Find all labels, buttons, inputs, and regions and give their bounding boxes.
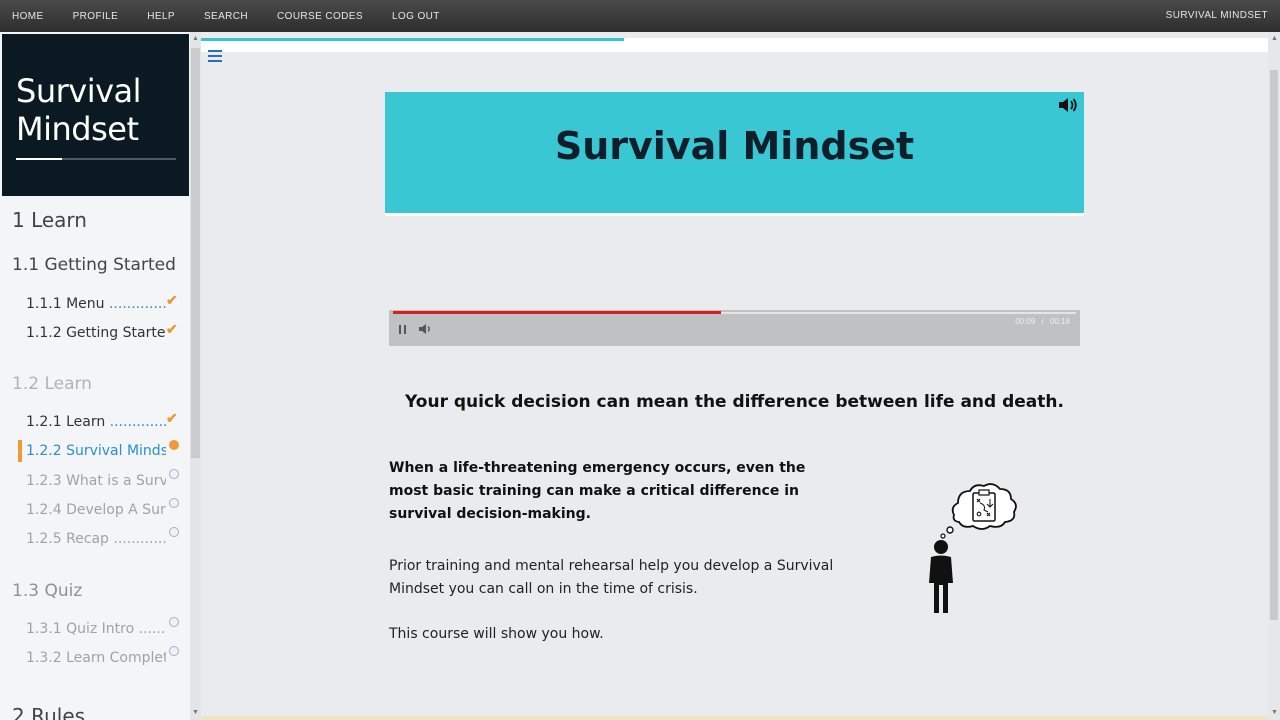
- menu-icon[interactable]: [208, 50, 222, 62]
- circle-icon: [169, 469, 183, 483]
- outline-item-label: 1.2.2 Survival Mindset: [26, 443, 166, 459]
- sidebar-scroll-thumb[interactable]: [191, 48, 200, 458]
- outline-item-1-1-2[interactable]: 1.1.2 Getting Started: [26, 325, 166, 341]
- nav-home[interactable]: HOME: [12, 11, 44, 22]
- circle-icon: [169, 498, 183, 512]
- outline-item-label: 1.2.4 Develop A Survival: [26, 502, 166, 518]
- outline-item-label: 1.1.2 Getting Started: [26, 325, 166, 341]
- outline-item-1-2-2[interactable]: 1.2.2 Survival Mindset: [26, 443, 166, 459]
- outline-item-1-3-2[interactable]: 1.3.2 Learn Completion: [26, 650, 166, 666]
- section-1-learn[interactable]: 1 Learn: [12, 208, 87, 232]
- check-icon: ✔: [166, 292, 178, 308]
- sidebar: Survival Mindset 1 Learn 1.1 Getting Sta…: [0, 32, 201, 720]
- intro-paragraph: When a life-threatening emergency occurs…: [389, 460, 806, 522]
- sidebar-header: Survival Mindset: [2, 34, 189, 196]
- outline-item-dots: ..........: [138, 621, 166, 637]
- closing-paragraph: This course will show you how.: [389, 626, 604, 642]
- outline-item-1-3-1[interactable]: 1.3.1 Quiz Intro ..........: [26, 621, 166, 637]
- nav-profile[interactable]: PROFILE: [73, 11, 119, 22]
- outline-item-label: 1.1.1 Menu: [26, 296, 109, 312]
- outline-item-dots: ................: [109, 414, 166, 430]
- slide-headline: Your quick decision can mean the differe…: [405, 392, 1064, 412]
- course-progress-fill: [16, 158, 63, 160]
- circle-icon: [169, 646, 183, 660]
- outline-item-label: 1.2.1 Learn: [26, 414, 110, 430]
- nav-help[interactable]: HELP: [147, 11, 175, 22]
- pause-icon[interactable]: [399, 325, 407, 335]
- section-1-2-learn[interactable]: 1.2 Learn: [12, 374, 92, 394]
- circle-icon: [169, 617, 183, 631]
- speaker-icon[interactable]: [1058, 97, 1078, 113]
- check-icon: ✔: [166, 410, 178, 426]
- nav-search[interactable]: SEARCH: [204, 11, 248, 22]
- scroll-down-arrow-icon[interactable]: ▼: [1270, 708, 1279, 718]
- current-time: 00:09: [1015, 317, 1036, 326]
- top-navigation-bar: HOME PROFILE HELP SEARCH COURSE CODES LO…: [0, 0, 1280, 32]
- scroll-down-arrow-icon[interactable]: ▼: [191, 708, 200, 718]
- playback-time: 00:09 / 00:18: [1015, 317, 1070, 326]
- sidebar-title-line2: Mindset: [16, 110, 139, 148]
- active-item-indicator: [18, 440, 22, 462]
- sidebar-title-line1: Survival: [16, 72, 142, 110]
- scroll-up-arrow-icon[interactable]: ▲: [191, 34, 200, 44]
- title-banner: Survival Mindset: [385, 92, 1084, 216]
- playback-progress[interactable]: [393, 311, 721, 314]
- body-paragraph: Prior training and mental rehearsal help…: [389, 558, 834, 597]
- bottom-edge: [201, 716, 1268, 720]
- sidebar-course-title: Survival Mindset: [16, 72, 142, 148]
- duration: 00:18: [1049, 317, 1070, 326]
- time-separator: /: [1041, 317, 1044, 326]
- circle-icon: [169, 527, 183, 541]
- outline-item-label: 1.3.2 Learn Completion: [26, 650, 166, 666]
- outline-item-dots: ................: [108, 296, 166, 312]
- volume-icon[interactable]: [418, 323, 432, 335]
- outline-item-label: 1.3.1 Quiz Intro: [26, 621, 139, 637]
- section-1-3-quiz[interactable]: 1.3 Quiz: [12, 581, 82, 601]
- section-2-rules[interactable]: 2 Rules: [12, 704, 85, 720]
- check-icon: ✔: [166, 321, 178, 337]
- nav-course-codes[interactable]: COURSE CODES: [277, 11, 363, 22]
- slide-progress-fill: [201, 38, 624, 41]
- outline-item-1-2-5[interactable]: 1.2.5 Recap ................: [26, 531, 166, 547]
- outline-item-1-1-1[interactable]: 1.1.1 Menu ................: [26, 296, 166, 312]
- person-thinking-illustration: [929, 483, 1017, 613]
- outline-item-1-2-4[interactable]: 1.2.4 Develop A Survival: [26, 502, 166, 518]
- outline-item-1-2-3[interactable]: 1.2.3 What is a Survival: [26, 473, 166, 489]
- outline-item-label: 1.2.3 What is a Survival: [26, 473, 166, 489]
- section-1-1-getting-started[interactable]: 1.1 Getting Started: [12, 255, 176, 275]
- banner-title: Survival Mindset: [554, 124, 915, 168]
- main-scrollbar[interactable]: ▲ ▼: [1268, 32, 1280, 720]
- sidebar-scrollbar[interactable]: ▲ ▼: [190, 32, 201, 720]
- outline-item-1-2-1[interactable]: 1.2.1 Learn ................: [26, 414, 166, 430]
- nav-log-out[interactable]: LOG OUT: [392, 11, 440, 22]
- audio-player: 00:09 / 00:18: [389, 310, 1080, 346]
- course-name-label: SURVIVAL MINDSET: [1165, 10, 1268, 21]
- slide-content: Survival Mindset 00:09 / 00:18 Your quic…: [201, 32, 1268, 720]
- outline-item-label: 1.2.5 Recap: [26, 531, 114, 547]
- course-outline: 1 Learn 1.1 Getting Started 1.1.1 Menu .…: [0, 196, 190, 720]
- outline-item-dots: ................: [113, 531, 166, 547]
- in-progress-dot-icon: [169, 440, 183, 454]
- main-scroll-thumb[interactable]: [1270, 70, 1278, 620]
- scroll-up-arrow-icon[interactable]: ▲: [1270, 34, 1279, 44]
